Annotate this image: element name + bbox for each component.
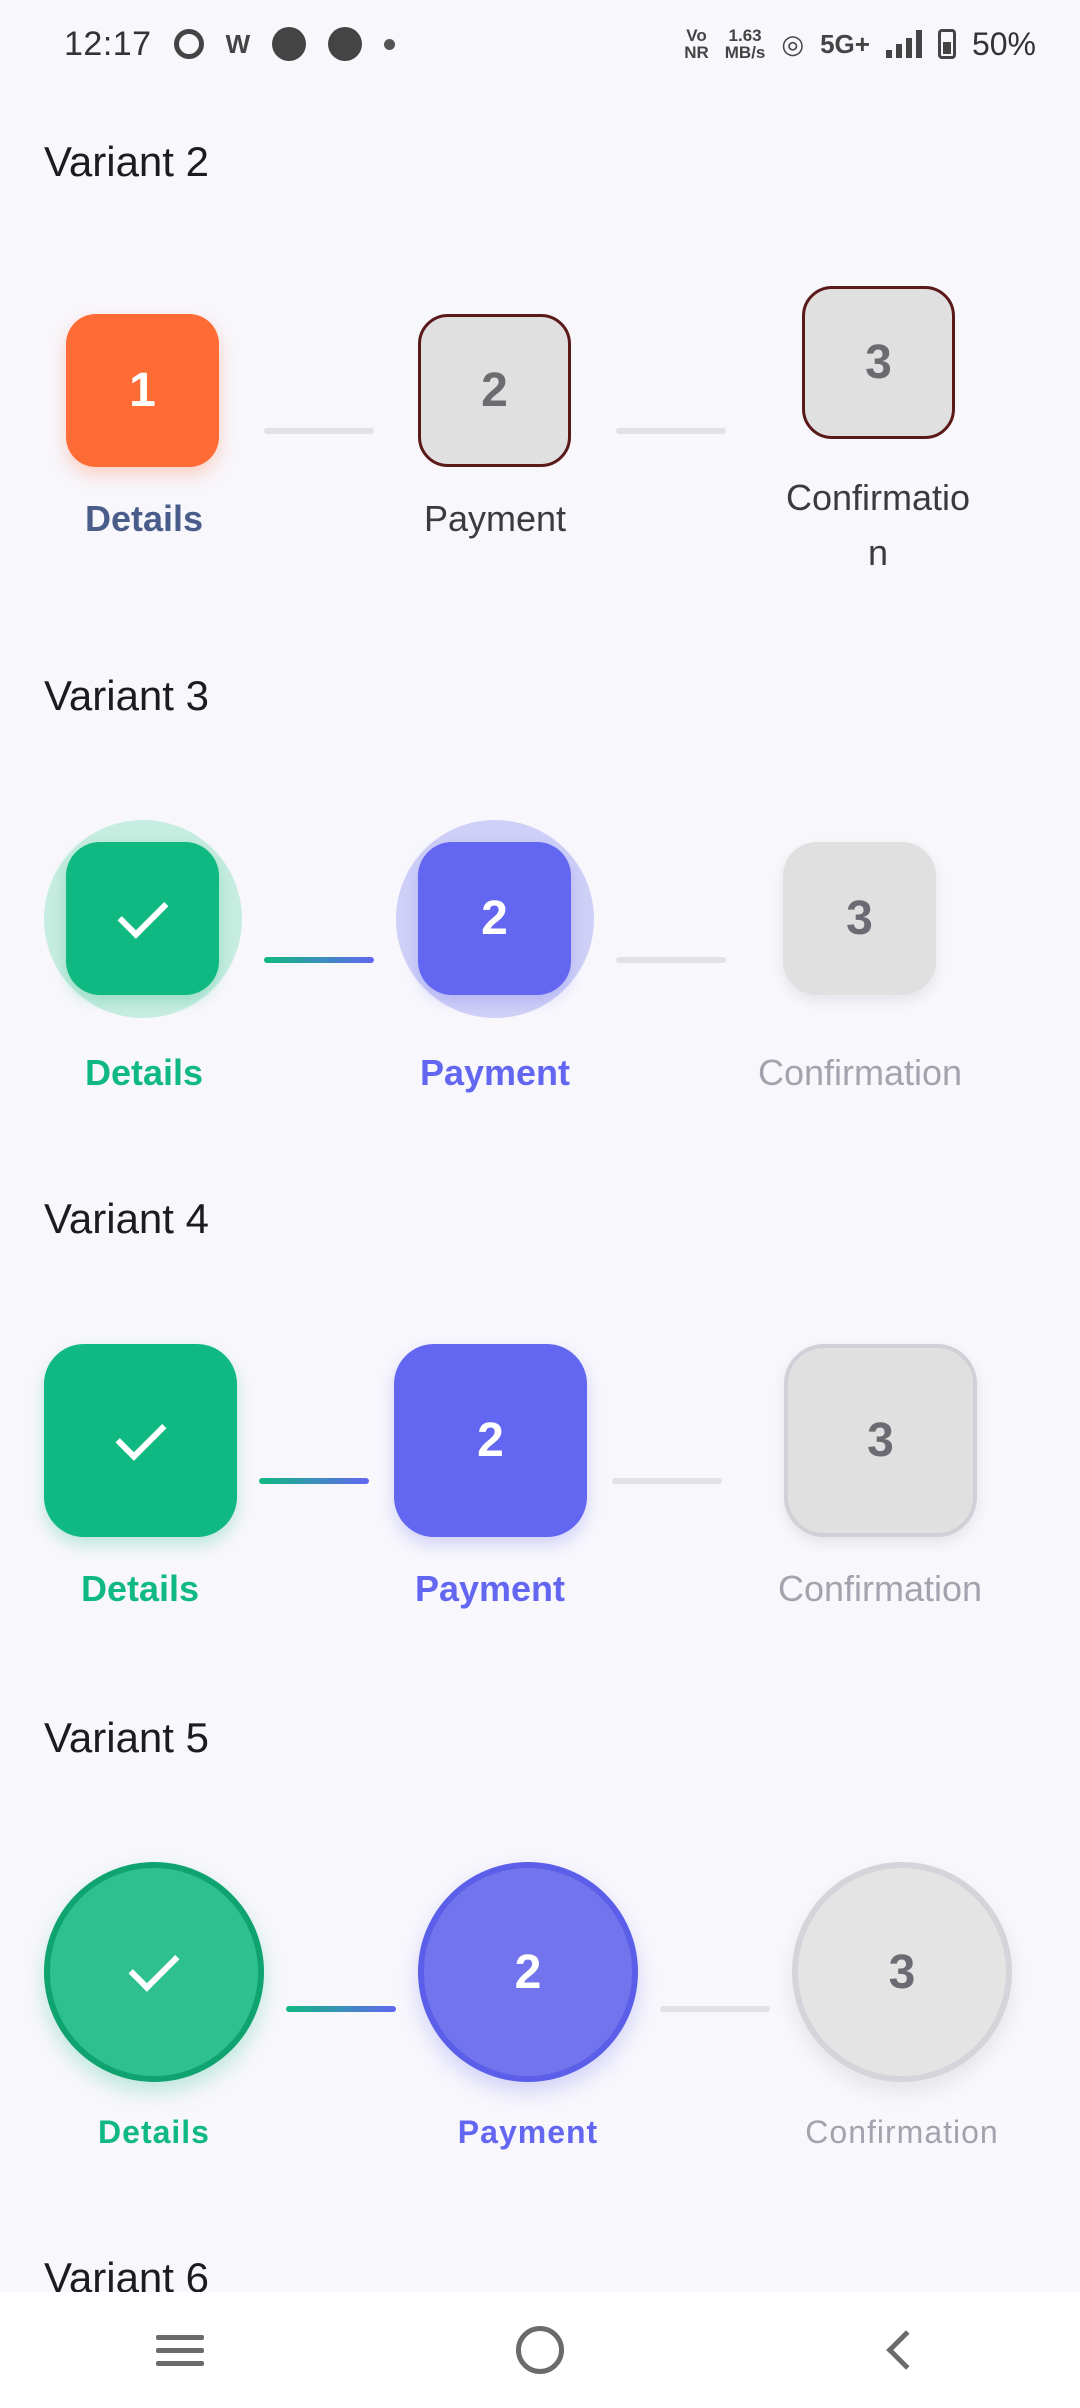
step-2-label: Payment: [457, 2114, 599, 2150]
signal-icon: [885, 30, 922, 58]
system-nav-bar: [0, 2292, 1080, 2408]
connector-2-3: [660, 2006, 770, 2012]
battery-percent: 50%: [971, 25, 1036, 62]
step-1-indicator[interactable]: [44, 1862, 264, 2082]
notification-app-icon: [173, 29, 204, 59]
step-1-label: Details: [80, 1568, 200, 1609]
connector-1-2: [286, 2006, 396, 2012]
step-2-indicator[interactable]: 2: [418, 314, 571, 467]
variant-2-title: Variant 2: [44, 138, 209, 185]
vonr-indicator: Vo NR: [684, 26, 709, 62]
variant-5-title: Variant 5: [44, 1714, 209, 1761]
variant-3-title: Variant 3: [44, 672, 209, 719]
home-icon: [516, 2326, 564, 2374]
connector-2-3: [616, 428, 726, 434]
back-button[interactable]: [840, 2310, 960, 2390]
menu-icon: [156, 2327, 204, 2374]
step-2-indicator[interactable]: 2: [394, 1344, 587, 1537]
stepper-variant-2: 1 Details 2 Payment 3 Confirmatio n: [0, 280, 1080, 580]
connector-2-3: [616, 957, 726, 963]
network-type: 5G+: [820, 28, 870, 59]
speedometer-icon-2: [328, 27, 363, 61]
status-time: 12:17: [64, 24, 152, 63]
recent-apps-button[interactable]: [120, 2310, 240, 2390]
step-3-indicator[interactable]: 3: [783, 842, 936, 995]
step-2-label: Payment: [423, 498, 567, 539]
step-3-label: Confirmation: [805, 2114, 999, 2150]
stepper-variant-4: Details 2 Payment 3 Confirmation: [0, 1340, 1080, 1640]
step-3-label: Confirmation: [757, 1052, 963, 1093]
check-icon: [115, 1409, 166, 1461]
more-notifications-dot-icon: [384, 38, 396, 50]
status-bar: 12:17 W Vo NR 1.63 MB/s ◎ 5G+ 50%: [0, 0, 1080, 88]
step-1-label: Details: [84, 498, 204, 539]
check-icon: [128, 1940, 180, 1992]
connector-1-2: [264, 428, 374, 434]
step-2-label: Payment: [414, 1568, 566, 1609]
step-2-label: Payment: [419, 1052, 571, 1093]
step-1-indicator[interactable]: 1: [66, 314, 219, 467]
step-1-indicator[interactable]: [66, 842, 219, 995]
battery-icon: [937, 29, 956, 59]
stepper-variant-3: Details 2 Payment 3 Confirmation: [0, 820, 1080, 1120]
check-icon: [117, 887, 168, 939]
back-icon: [886, 2330, 926, 2370]
step-3-label: Confirmatio n: [785, 477, 971, 573]
stepper-variant-5: Details 2 Payment 3 Confirmation: [0, 1856, 1080, 2156]
step-1-indicator[interactable]: [44, 1344, 237, 1537]
net-speed: 1.63 MB/s: [724, 26, 766, 62]
w-app-icon: W: [225, 28, 251, 59]
connector-1-2: [259, 1478, 369, 1484]
speedometer-icon: [272, 27, 307, 61]
home-button[interactable]: [480, 2310, 600, 2390]
connector-2-3: [612, 1478, 722, 1484]
step-3-indicator[interactable]: 3: [792, 1862, 1012, 2082]
variant-4-title: Variant 4: [44, 1195, 209, 1242]
hotspot-icon: ◎: [781, 28, 805, 59]
step-1-label: Details: [98, 2114, 210, 2150]
step-1-label: Details: [84, 1052, 204, 1093]
connector-1-2: [264, 957, 374, 963]
step-2-indicator[interactable]: 2: [418, 842, 571, 995]
step-3-indicator[interactable]: 3: [784, 1344, 977, 1537]
step-2-indicator[interactable]: 2: [418, 1862, 638, 2082]
step-3-indicator[interactable]: 3: [802, 286, 955, 439]
step-3-label: Confirmation: [777, 1568, 983, 1609]
